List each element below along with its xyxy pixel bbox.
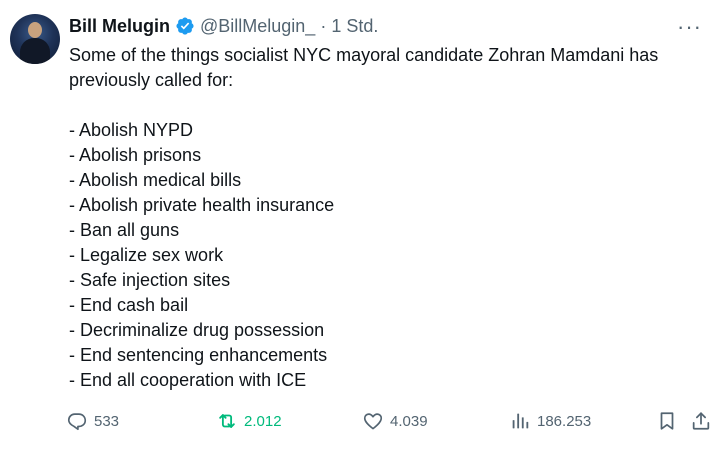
list-item: - End sentencing enhancements <box>69 345 328 365</box>
list-item: - Abolish NYPD <box>69 120 194 140</box>
avatar-head <box>28 22 42 38</box>
share-icon <box>692 412 710 430</box>
repost-icon <box>219 414 235 428</box>
tweet-header: Bill Melugin @BillMelugin_ · 1 Std. <box>69 14 378 38</box>
action-bar: 533 2.012 4.039 186.253 <box>66 406 711 436</box>
author-handle[interactable]: @BillMelugin_ <box>200 16 315 37</box>
tweet-text: Some of the things socialist NYC mayoral… <box>69 43 709 393</box>
separator-dot: · <box>320 15 327 36</box>
author-name[interactable]: Bill Melugin <box>69 16 170 37</box>
list-item: - Decriminalize drug possession <box>69 320 325 340</box>
avatar-suit <box>20 38 50 64</box>
bookmark-icon <box>660 412 674 430</box>
views-chart-icon <box>512 413 529 429</box>
like-count: 4.039 <box>390 412 428 430</box>
verified-badge-icon <box>176 17 194 35</box>
views-count: 186.253 <box>537 412 592 430</box>
more-options-icon[interactable]: ··· <box>677 14 702 40</box>
list-item: - Legalize sex work <box>69 245 224 265</box>
list-item: - End all cooperation with ICE <box>69 370 307 390</box>
heart-icon <box>363 413 383 430</box>
list-item: - Abolish prisons <box>69 145 202 165</box>
list-item: - Safe injection sites <box>69 270 231 290</box>
timestamp[interactable]: 1 Std. <box>331 16 378 37</box>
like-button[interactable]: 4.039 <box>362 406 428 436</box>
list-item: - Abolish medical bills <box>69 170 242 190</box>
repost-button[interactable]: 2.012 <box>216 406 282 436</box>
views-button[interactable]: 186.253 <box>509 406 591 436</box>
list-item: - Abolish private health insurance <box>69 195 335 215</box>
bookmark-button[interactable] <box>656 406 678 436</box>
avatar[interactable] <box>10 14 60 64</box>
tweet-intro-line: Some of the things socialist NYC mayoral… <box>69 45 659 65</box>
tweet-intro-line: previously called for: <box>69 70 234 90</box>
share-button[interactable] <box>690 406 712 436</box>
list-item: - Ban all guns <box>69 220 180 240</box>
list-item: - End cash bail <box>69 295 189 315</box>
reply-icon <box>67 413 87 431</box>
reply-button[interactable]: 533 <box>66 406 119 436</box>
repost-count: 2.012 <box>244 412 282 430</box>
reply-count: 533 <box>94 412 120 430</box>
